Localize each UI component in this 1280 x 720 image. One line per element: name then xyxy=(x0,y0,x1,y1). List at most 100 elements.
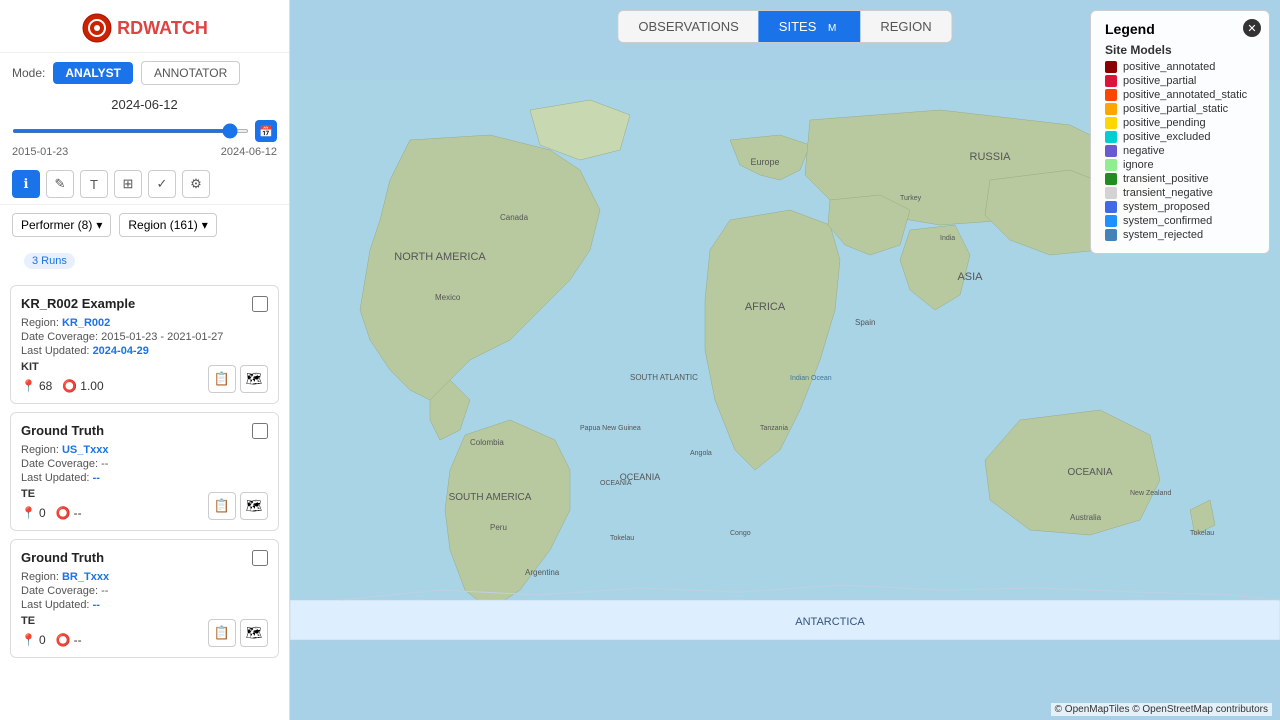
card-actions: 📋 🗺 xyxy=(208,365,268,393)
tool-edit[interactable]: ✎ xyxy=(46,170,74,198)
mode-label: Mode: xyxy=(12,66,45,80)
svg-text:AFRICA: AFRICA xyxy=(745,301,786,313)
card-action-table[interactable]: 📋 xyxy=(208,365,236,393)
svg-text:Tanzania: Tanzania xyxy=(760,425,788,432)
card-card2: Ground Truth Region: US_Txxx Date Covera… xyxy=(10,412,279,531)
stat-score-value: -- xyxy=(74,506,82,520)
legend-section-title: Site Models xyxy=(1105,43,1255,57)
card-action-map[interactable]: 🗺 xyxy=(240,492,268,520)
performer-chevron: ▾ xyxy=(96,218,102,232)
analyst-button[interactable]: ANALYST xyxy=(53,62,133,84)
tool-grid[interactable]: ⊞ xyxy=(114,170,142,198)
stat-count: 0 xyxy=(39,506,46,520)
app-title: RDWATCH xyxy=(117,18,208,39)
card-title: Ground Truth xyxy=(21,550,268,565)
svg-text:New Zealand: New Zealand xyxy=(1130,490,1171,497)
svg-text:Mexico: Mexico xyxy=(435,293,461,302)
legend-item: negative xyxy=(1105,145,1255,157)
map-area: OBSERVATIONS SITES M REGION xyxy=(290,0,1280,720)
region-chevron: ▾ xyxy=(202,218,208,232)
legend-item: ignore xyxy=(1105,159,1255,171)
stat-score: ⭕ 1.00 xyxy=(62,379,103,393)
card-region-row: Region: KR_R002 xyxy=(21,317,268,329)
legend-item: positive_partial xyxy=(1105,75,1255,87)
svg-text:Tokelau: Tokelau xyxy=(1190,530,1214,537)
end-date: 2024-06-12 xyxy=(221,146,277,158)
tool-info[interactable]: ℹ xyxy=(12,170,40,198)
score-icon: ⭕ xyxy=(56,633,71,647)
sites-badge: M xyxy=(824,22,840,35)
svg-text:Indian Ocean: Indian Ocean xyxy=(790,375,832,382)
location-icon: 📍 xyxy=(21,633,36,647)
card-checkbox[interactable] xyxy=(252,423,268,439)
timeline-slider[interactable] xyxy=(12,129,249,133)
svg-text:Angola: Angola xyxy=(690,450,712,457)
current-date-display: 2024-06-12 xyxy=(0,93,289,116)
score-icon: ⭕ xyxy=(56,506,71,520)
card-action-table[interactable]: 📋 xyxy=(208,492,236,520)
card-checkbox[interactable] xyxy=(252,296,268,312)
tool-text[interactable]: T xyxy=(80,170,108,198)
svg-text:NORTH AMERICA: NORTH AMERICA xyxy=(394,251,486,263)
legend-item: positive_excluded xyxy=(1105,131,1255,143)
location-icon: 📍 xyxy=(21,379,36,393)
card-action-table[interactable]: 📋 xyxy=(208,619,236,647)
svg-text:Australia: Australia xyxy=(1070,513,1102,522)
legend-panel: ✕ Legend Site Models positive_annotatedp… xyxy=(1090,10,1270,254)
svg-text:Argentina: Argentina xyxy=(525,568,560,577)
performer-dropdown[interactable]: Performer (8) ▾ xyxy=(12,213,111,237)
tool-settings[interactable]: ⚙ xyxy=(182,170,210,198)
stat-score: ⭕ -- xyxy=(56,633,82,647)
legend-item: system_confirmed xyxy=(1105,215,1255,227)
legend-item: transient_positive xyxy=(1105,173,1255,185)
calendar-button[interactable]: 📅 xyxy=(255,120,277,142)
cards-container: KR_R002 Example Region: KR_R002 Date Cov… xyxy=(0,277,289,666)
card-card3: Ground Truth Region: BR_Txxx Date Covera… xyxy=(10,539,279,658)
tool-check[interactable]: ✓ xyxy=(148,170,176,198)
tab-region[interactable]: REGION xyxy=(860,11,951,42)
svg-text:OCEANIA: OCEANIA xyxy=(600,480,632,487)
card-date-coverage-row: Date Coverage: -- xyxy=(21,458,268,470)
svg-text:Europe: Europe xyxy=(750,157,779,167)
toolbar-row: ℹ ✎ T ⊞ ✓ ⚙ xyxy=(0,164,289,205)
performer-label: Performer (8) xyxy=(21,218,92,232)
card-action-map[interactable]: 🗺 xyxy=(240,365,268,393)
legend-item: system_rejected xyxy=(1105,229,1255,241)
annotator-button[interactable]: ANNOTATOR xyxy=(141,61,240,85)
card-region-row: Region: US_Txxx xyxy=(21,444,268,456)
score-icon: ⭕ xyxy=(62,379,77,393)
svg-text:Congo: Congo xyxy=(730,530,751,537)
svg-text:Papua New Guinea: Papua New Guinea xyxy=(580,425,641,432)
svg-text:Peru: Peru xyxy=(490,523,507,532)
region-label: Region (161) xyxy=(128,218,197,232)
mode-row: Mode: ANALYST ANNOTATOR xyxy=(0,53,289,93)
svg-text:Tokelau: Tokelau xyxy=(610,535,634,542)
region-dropdown[interactable]: Region (161) ▾ xyxy=(119,213,216,237)
svg-text:Colombia: Colombia xyxy=(470,438,504,447)
card-region-row: Region: BR_Txxx xyxy=(21,571,268,583)
card-action-map[interactable]: 🗺 xyxy=(240,619,268,647)
svg-text:Spain: Spain xyxy=(855,318,875,327)
legend-item: positive_annotated_static xyxy=(1105,89,1255,101)
legend-close-button[interactable]: ✕ xyxy=(1243,19,1261,37)
legend-item: transient_negative xyxy=(1105,187,1255,199)
logo-bar: RDWATCH xyxy=(0,0,289,53)
legend-item: positive_annotated xyxy=(1105,61,1255,73)
card-title: KR_R002 Example xyxy=(21,296,268,311)
svg-text:ASIA: ASIA xyxy=(957,271,983,283)
date-range-row: 2015-01-23 2024-06-12 xyxy=(0,146,289,164)
svg-text:Canada: Canada xyxy=(500,213,529,222)
svg-text:RUSSIA: RUSSIA xyxy=(970,151,1012,163)
svg-text:OCEANIA: OCEANIA xyxy=(1067,467,1112,478)
legend-item: positive_pending xyxy=(1105,117,1255,129)
start-date: 2015-01-23 xyxy=(12,146,68,158)
card-checkbox[interactable] xyxy=(252,550,268,566)
stat-score-value: -- xyxy=(74,633,82,647)
tab-observations[interactable]: OBSERVATIONS xyxy=(618,11,758,42)
svg-text:SOUTH AMERICA: SOUTH AMERICA xyxy=(449,492,532,503)
legend-title: Legend xyxy=(1105,21,1255,37)
card-card1: KR_R002 Example Region: KR_R002 Date Cov… xyxy=(10,285,279,404)
stat-count: 68 xyxy=(39,379,52,393)
tab-sites[interactable]: SITES M xyxy=(759,11,861,42)
svg-text:SOUTH ATLANTIC: SOUTH ATLANTIC xyxy=(630,373,698,382)
